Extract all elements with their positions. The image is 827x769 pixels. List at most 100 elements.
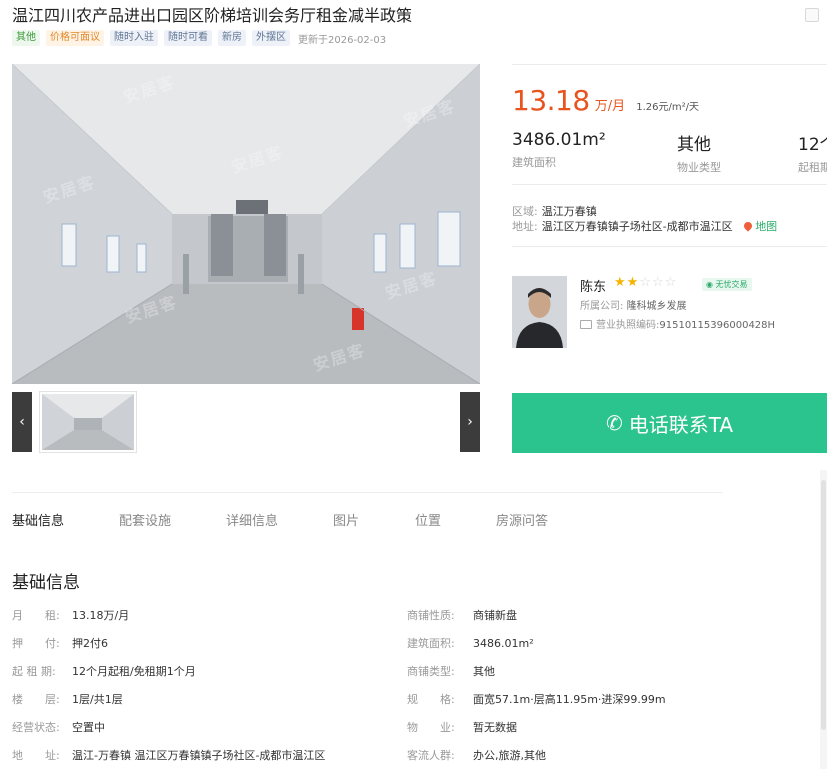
info-label: 起 租 期:	[12, 665, 56, 678]
info-row-shop-type: 商铺类型: 其他	[407, 663, 495, 679]
section-tabs: 基础信息 配套设施 详细信息 图片 位置 房源问答	[12, 492, 723, 542]
info-value: 商铺新盘	[473, 609, 517, 622]
info-row-shop-nature: 商铺性质: 商铺新盘	[407, 607, 517, 623]
phone-icon: ✆	[605, 411, 623, 435]
info-value: 面宽57.1m·层高11.95m·进深99.99m	[473, 693, 666, 706]
agent-name[interactable]: 陈东	[580, 276, 606, 295]
info-row-spec: 规 格: 面宽57.1m·层高11.95m·进深99.99m	[407, 691, 666, 707]
price-unit: 万/月	[594, 99, 626, 114]
tab-basic-info[interactable]: 基础信息	[12, 510, 64, 529]
divider	[512, 184, 827, 185]
info-label: 建筑面积:	[407, 637, 455, 650]
avatar-graphic	[512, 276, 567, 348]
info-value: 押2付6	[72, 637, 108, 650]
divider	[512, 64, 827, 65]
info-row-address: 地 址: 温江-万春镇 温江区万春镇镇子场社区-成都市温江区	[12, 747, 325, 763]
license-row: 营业执照编码:91510115396000428H	[580, 316, 775, 331]
gallery-next-button[interactable]: ›	[460, 392, 480, 452]
info-row-lease-term: 起 租 期: 12个月起租/免租期1个月	[12, 663, 196, 679]
tag: 外摆区	[252, 30, 290, 46]
region-label: 区域:	[512, 205, 538, 218]
stat-area: 3486.01m² 建筑面积	[512, 130, 606, 170]
address-row: 地址: 温江区万春镇镇子场社区-成都市温江区 地图	[512, 218, 777, 234]
info-row-property: 物 业: 暂无数据	[407, 719, 517, 735]
info-label: 规 格:	[407, 693, 455, 706]
stat-label: 起租期	[798, 161, 827, 174]
license-label: 营业执照编码:	[596, 320, 660, 331]
info-value: 1层/共1层	[72, 693, 123, 706]
license-number: 91510115396000428H	[659, 320, 776, 331]
info-row-status: 经营状态: 空置中	[12, 719, 105, 735]
gallery-prev-button[interactable]: ‹	[12, 392, 32, 452]
tag: 其他	[12, 30, 40, 46]
info-label: 押 付:	[12, 637, 60, 650]
info-label: 商铺性质:	[407, 609, 455, 622]
info-value: 13.18万/月	[72, 609, 130, 622]
price-block: 13.18 万/月 1.26元/m²/天	[512, 84, 699, 117]
company-label: 所属公司:	[580, 301, 624, 312]
info-value: 空置中	[72, 721, 105, 734]
info-value: 暂无数据	[473, 721, 517, 734]
info-label: 物 业:	[407, 721, 455, 734]
address-value: 温江区万春镇镇子场社区-成都市温江区	[541, 220, 733, 233]
call-button-label: 电话联系TA	[628, 412, 734, 437]
tab-qa[interactable]: 房源问答	[496, 510, 548, 529]
tab-facilities[interactable]: 配套设施	[119, 510, 171, 529]
region-value[interactable]: 温江万春镇	[542, 205, 597, 218]
star-empty-icon: ☆	[651, 275, 665, 290]
region-row: 区域: 温江万春镇	[512, 203, 597, 219]
info-row-area: 建筑面积: 3486.01m²	[407, 635, 534, 651]
map-link[interactable]: 地图	[742, 220, 778, 233]
map-pin-icon	[742, 220, 754, 232]
star-empty-icon: ☆	[639, 275, 652, 290]
info-label: 月 租:	[12, 609, 60, 622]
chevron-right-icon: ›	[467, 414, 473, 430]
stat-property-type: 其他 物业类型	[677, 130, 721, 175]
tab-details[interactable]: 详细信息	[226, 510, 278, 529]
star-filled-icon: ★	[626, 275, 640, 290]
map-link-label: 地图	[755, 220, 778, 233]
badge-label: 无忧交易	[715, 280, 748, 289]
info-row-customers: 客流人群: 办公,旅游,其他	[407, 747, 546, 763]
info-row-deposit: 押 付: 押2付6	[12, 635, 108, 651]
info-row-rent: 月 租: 13.18万/月	[12, 607, 129, 623]
trade-badge: ◉ 无忧交易	[702, 278, 752, 291]
star-filled-icon: ★	[614, 275, 627, 290]
stat-value: 3486.01m²	[512, 130, 606, 150]
scrollbar-thumb[interactable]	[821, 480, 826, 730]
info-label: 经营状态:	[12, 721, 60, 734]
chevron-left-icon: ‹	[19, 414, 25, 430]
license-icon	[580, 320, 592, 329]
info-value: 12个月起租/免租期1个月	[72, 665, 196, 678]
price-value: 13.18	[512, 84, 590, 117]
info-label: 客流人群:	[407, 749, 455, 762]
tag: 新房	[218, 30, 246, 46]
info-label: 商铺类型:	[407, 665, 455, 678]
tag: 随时入驻	[110, 30, 158, 46]
section-title: 基础信息	[12, 573, 80, 593]
main-photo[interactable]: 安居客 安居客 安居客 安居客 安居客 安居客 安居客	[12, 64, 480, 384]
tab-photos[interactable]: 图片	[333, 510, 359, 529]
avatar[interactable]	[512, 276, 567, 348]
address-label: 地址:	[512, 220, 538, 233]
info-value: 办公,旅游,其他	[473, 749, 546, 762]
company-name: 隆科城乡发展	[626, 301, 687, 312]
tag-list: 其他 价格可面议 随时入驻 随时可看 新房 外摆区 更新于2026-02-03	[12, 30, 386, 46]
info-value: 3486.01m²	[473, 637, 534, 650]
stat-label: 物业类型	[677, 161, 721, 174]
price-daily: 1.26元/m²/天	[636, 102, 700, 113]
thumbnail-graphic	[42, 394, 134, 450]
stat-value: 其他	[677, 135, 711, 155]
call-button[interactable]: ✆ 电话联系TA	[512, 393, 827, 453]
agent-rating: ★★☆☆☆	[614, 275, 677, 290]
page-title: 温江四川农产品进出口园区阶梯培训会务厅租金减半政策	[12, 6, 413, 25]
star-empty-icon: ☆	[664, 275, 678, 290]
divider	[512, 246, 827, 247]
info-value: 温江-万春镇 温江区万春镇镇子场社区-成都市温江区	[72, 749, 326, 762]
info-row-floor: 楼 层: 1层/共1层	[12, 691, 123, 707]
gallery-thumbnail[interactable]	[40, 392, 136, 452]
tab-location[interactable]: 位置	[415, 510, 441, 529]
info-label: 楼 层:	[12, 693, 60, 706]
favorite-icon[interactable]	[805, 8, 819, 22]
shield-icon: ◉	[706, 280, 713, 289]
